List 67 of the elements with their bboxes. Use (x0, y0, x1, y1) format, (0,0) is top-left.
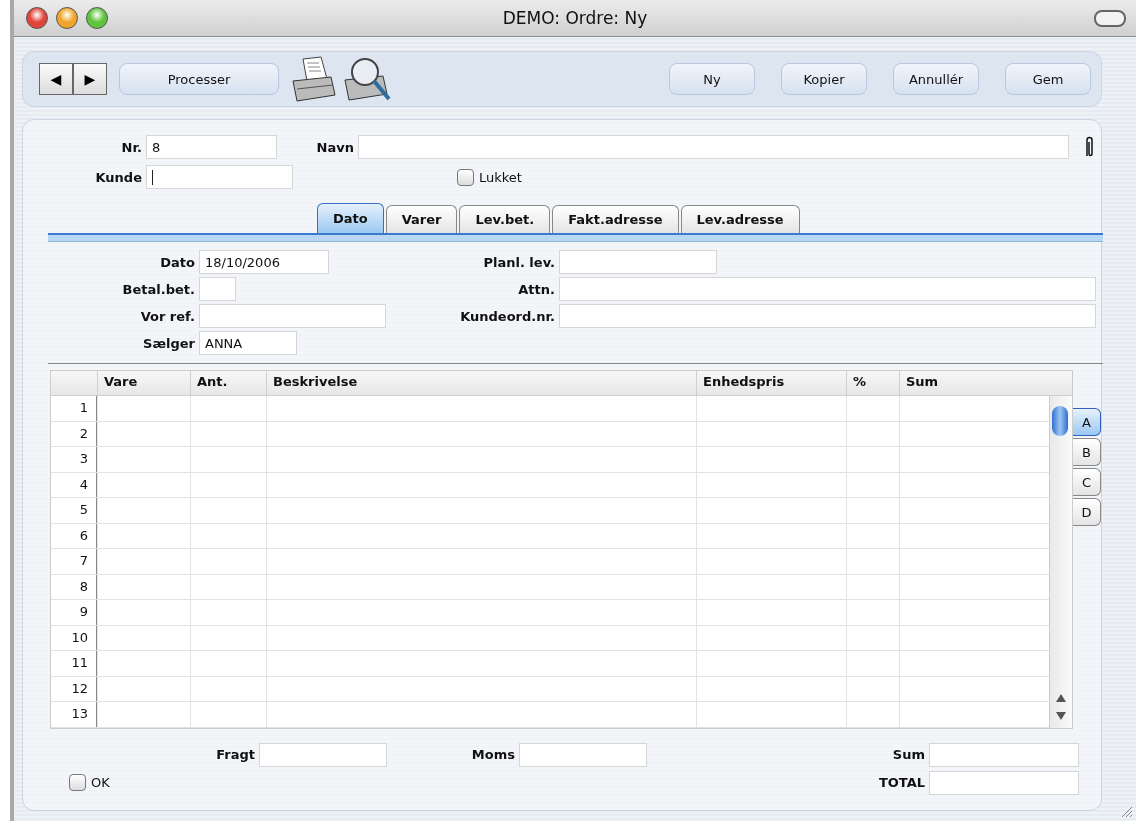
toolbar-button[interactable]: Annullér (893, 63, 979, 95)
window-title: DEMO: Ordre: Ny (502, 8, 648, 28)
side-tab[interactable]: A (1073, 408, 1101, 436)
column-header[interactable]: Vare (97, 371, 190, 395)
input-field[interactable] (358, 135, 1069, 159)
zoom-button[interactable] (86, 7, 108, 29)
field-label: Betal.bet. (121, 281, 195, 297)
toolbar-button[interactable]: Ny (669, 63, 755, 95)
input-field[interactable] (559, 250, 717, 274)
input-field[interactable]: ANNA (199, 331, 297, 355)
field-label: Moms (470, 747, 515, 762)
input-field[interactable]: 8 (146, 135, 277, 159)
column-header[interactable]: Enhedspris (696, 371, 846, 395)
column-header[interactable]: Sum (899, 371, 1072, 395)
field-label: Sælger (142, 335, 195, 351)
input-field[interactable] (559, 277, 1096, 301)
field-label: Dato (159, 254, 195, 270)
process-button[interactable]: Processer (119, 63, 279, 95)
next-button[interactable]: ▶ (73, 63, 107, 95)
minimize-button[interactable] (56, 7, 78, 29)
field-label: Kunde (94, 169, 142, 185)
scroll-thumb[interactable] (1052, 406, 1068, 436)
tab[interactable]: Lev.adresse (680, 205, 800, 233)
column-header[interactable]: Ant. (190, 371, 266, 395)
toolbar-button[interactable]: Gem (1005, 63, 1091, 95)
input-field[interactable] (199, 304, 386, 328)
side-tab[interactable]: C (1073, 468, 1101, 496)
printer-icon[interactable] (291, 55, 337, 103)
checkbox-label: Lukket (479, 169, 522, 185)
tab[interactable]: Varer (385, 205, 458, 233)
field-label: Fragt (215, 747, 255, 762)
input-field[interactable]: 18/10/2006 (199, 250, 329, 274)
field-label: Sum (891, 747, 925, 762)
scroll-down-icon[interactable] (1056, 711, 1066, 720)
paperclip-icon[interactable] (1084, 136, 1094, 158)
field-label: Planl. lev. (482, 254, 555, 270)
field-label: Vor ref. (139, 308, 195, 324)
field-label: Attn. (517, 281, 555, 297)
scroll-up-icon[interactable] (1056, 693, 1066, 702)
checkbox[interactable] (69, 774, 86, 791)
field-label: Navn (315, 139, 354, 155)
scroll-bar[interactable] (1049, 396, 1072, 728)
tab[interactable]: Fakt.adresse (552, 205, 679, 233)
column-header[interactable]: % (846, 371, 899, 395)
resize-grip-icon[interactable] (1119, 804, 1133, 818)
input-field[interactable] (199, 277, 236, 301)
input-field[interactable] (259, 742, 387, 767)
tab[interactable]: Lev.bet. (459, 205, 551, 233)
input-field[interactable] (929, 742, 1079, 767)
input-field[interactable] (559, 304, 1096, 328)
input-field[interactable] (519, 742, 647, 767)
column-header[interactable]: Beskrivelse (266, 371, 696, 395)
toolbar-toggle-button[interactable] (1094, 9, 1126, 27)
field-label: TOTAL (877, 775, 925, 790)
input-field[interactable] (146, 165, 293, 189)
field-label: Nr. (120, 139, 142, 155)
checkbox[interactable] (457, 168, 474, 186)
side-tab[interactable]: B (1073, 438, 1101, 466)
close-button[interactable] (26, 7, 48, 29)
previous-button[interactable]: ◀ (39, 63, 73, 95)
checkbox-label: OK (91, 775, 110, 790)
toolbar-button[interactable]: Kopier (781, 63, 867, 95)
text-cursor (152, 169, 153, 185)
field-label: Kundeord.nr. (459, 308, 555, 324)
side-tab[interactable]: D (1073, 498, 1101, 526)
input-field[interactable] (929, 770, 1079, 795)
tab[interactable]: Dato (317, 203, 384, 233)
